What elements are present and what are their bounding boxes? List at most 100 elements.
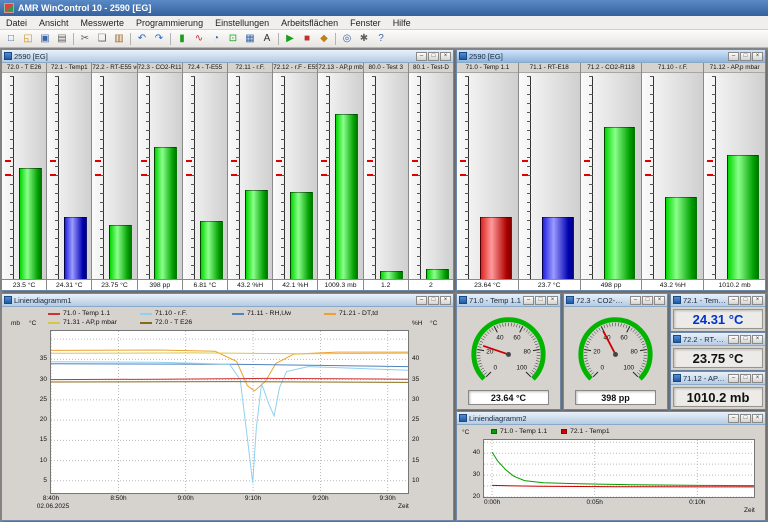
bar-plot bbox=[138, 73, 182, 279]
close-button[interactable]: × bbox=[752, 374, 763, 383]
text-window-icon[interactable]: A bbox=[259, 31, 275, 46]
maximize-button[interactable]: □ bbox=[740, 335, 751, 344]
bar-axis-ticks bbox=[100, 76, 104, 279]
maximize-button[interactable]: □ bbox=[428, 296, 439, 305]
close-button[interactable]: × bbox=[752, 335, 763, 344]
line-chart-icon[interactable]: ∿ bbox=[191, 31, 207, 46]
close-button[interactable]: × bbox=[752, 296, 763, 305]
help-icon[interactable]: ? bbox=[373, 31, 389, 46]
menu-hilfe[interactable]: Hilfe bbox=[387, 16, 417, 29]
close-button[interactable]: × bbox=[547, 296, 558, 305]
maximize-button[interactable]: □ bbox=[740, 52, 751, 61]
minimize-button[interactable]: – bbox=[523, 296, 534, 305]
bar-column[interactable]: 72.3 - CO2-R118398 pp bbox=[138, 63, 183, 290]
bar-column[interactable]: 71.12 - AP,p mbar1010.2 mb bbox=[704, 63, 765, 290]
new-file-icon[interactable]: □ bbox=[3, 31, 19, 46]
bar-column[interactable]: 72.13 - AP,p mbar1009.3 mb bbox=[318, 63, 363, 290]
paste-icon[interactable]: ▥ bbox=[111, 31, 127, 46]
close-button[interactable]: × bbox=[752, 414, 763, 423]
close-button[interactable]: × bbox=[752, 52, 763, 61]
menu-programmierung[interactable]: Programmierung bbox=[130, 16, 209, 29]
legend-swatch bbox=[561, 429, 567, 434]
gauge-tick-label: 0 bbox=[493, 365, 497, 372]
close-button[interactable]: × bbox=[654, 296, 665, 305]
print-icon[interactable]: ▤ bbox=[54, 31, 70, 46]
bar-column[interactable]: 72.2 - RT-E55 ver23.75 °C bbox=[92, 63, 137, 290]
window-titlebar[interactable]: 72.3 - CO2-R118 – □ × bbox=[564, 294, 667, 307]
window-titlebar[interactable]: Liniendiagramm2 – □ × bbox=[457, 412, 765, 425]
bar-column[interactable]: 80.0 - Test 31.2 bbox=[364, 63, 409, 290]
limit-mark bbox=[707, 160, 713, 162]
bar-column-label: 72.2 - RT-E55 ver bbox=[92, 63, 136, 73]
minimize-button[interactable]: – bbox=[630, 296, 641, 305]
table-icon[interactable]: ▦ bbox=[242, 31, 258, 46]
gauge-tick-label: 100 bbox=[623, 365, 634, 372]
window-titlebar[interactable]: 71.0 - Temp 1.1 – □ × bbox=[457, 294, 560, 307]
window-titlebar[interactable]: 2590 [EG] – □ × bbox=[457, 50, 765, 63]
menu-arbeitsflächen[interactable]: Arbeitsflächen bbox=[275, 16, 344, 29]
menu-ansicht[interactable]: Ansicht bbox=[33, 16, 75, 29]
limit-mark bbox=[231, 174, 237, 176]
minimize-button[interactable]: – bbox=[728, 414, 739, 423]
settings-icon[interactable]: ✱ bbox=[356, 31, 372, 46]
bar-column[interactable]: 72.1 - Temp124.31 °C bbox=[47, 63, 92, 290]
zoom-icon[interactable]: ◎ bbox=[339, 31, 355, 46]
maximize-button[interactable]: □ bbox=[642, 296, 653, 305]
bar-column[interactable]: 72.12 - r.F - E5542.1 %H bbox=[273, 63, 318, 290]
bar-column[interactable]: 71.1 - RT-E1823.7 °C bbox=[519, 63, 581, 290]
menu-messwerte[interactable]: Messwerte bbox=[75, 16, 131, 29]
close-button[interactable]: × bbox=[440, 296, 451, 305]
window-titlebar[interactable]: 71.12 - AP,p mbar – □ × bbox=[671, 372, 765, 385]
window-icon bbox=[459, 296, 467, 304]
bar-column-label: 80.0 - Test 3 bbox=[364, 63, 408, 73]
digital-display-icon[interactable]: ⊡ bbox=[225, 31, 241, 46]
x-axis-label: 0:10h bbox=[681, 500, 713, 507]
window-titlebar[interactable]: 72.1 - Temp1 – □ × bbox=[671, 294, 765, 307]
close-button[interactable]: × bbox=[440, 52, 451, 61]
cut-icon[interactable]: ✂ bbox=[77, 31, 93, 46]
window-titlebar[interactable]: 2590 [EG] – □ × bbox=[2, 50, 453, 63]
open-file-icon[interactable]: ◱ bbox=[20, 31, 36, 46]
y-axis-label: 30 bbox=[462, 472, 480, 479]
copy-icon[interactable]: ❏ bbox=[94, 31, 110, 46]
stop-measurement-icon[interactable]: ■ bbox=[299, 31, 315, 46]
bar-column[interactable]: 71.10 - r.F.43.2 %H bbox=[642, 63, 704, 290]
bar bbox=[64, 217, 87, 279]
bar-column[interactable]: 71.0 - Temp 1.123.64 °C bbox=[457, 63, 519, 290]
alarm-icon[interactable]: ◆ bbox=[316, 31, 332, 46]
menu-datei[interactable]: Datei bbox=[0, 16, 33, 29]
undo-icon[interactable]: ↶ bbox=[134, 31, 150, 46]
save-icon[interactable]: ▣ bbox=[37, 31, 53, 46]
minimize-button[interactable]: – bbox=[728, 335, 739, 344]
app-titlebar[interactable]: AMR WinControl 10 - 2590 [EG] bbox=[0, 0, 768, 16]
menu-fenster[interactable]: Fenster bbox=[344, 16, 387, 29]
window-titlebar[interactable]: Liniendiagramm1 – □ × bbox=[2, 294, 453, 307]
minimize-button[interactable]: – bbox=[728, 52, 739, 61]
bar-column[interactable]: 80.1 - Test-D2 bbox=[409, 63, 453, 290]
start-measurement-icon[interactable]: ▶ bbox=[282, 31, 298, 46]
window-titlebar[interactable]: 72.2 - RT-E55 – □ × bbox=[671, 333, 765, 346]
maximize-button[interactable]: □ bbox=[535, 296, 546, 305]
bar-column[interactable]: 72.0 - T E2623.5 °C bbox=[2, 63, 47, 290]
limit-mark bbox=[645, 160, 651, 162]
plot-svg bbox=[484, 440, 754, 497]
bar-chart-icon[interactable]: ▮ bbox=[174, 31, 190, 46]
series-line bbox=[492, 452, 754, 486]
menu-einstellungen[interactable]: Einstellungen bbox=[209, 16, 275, 29]
minimize-button[interactable]: – bbox=[416, 52, 427, 61]
bar-column[interactable]: 72.11 - r.F.43.2 %H bbox=[228, 63, 273, 290]
maximize-button[interactable]: □ bbox=[740, 374, 751, 383]
gauge-icon[interactable]: ◔ bbox=[208, 31, 224, 46]
bar-column[interactable]: 71.2 - CO2-R118498 pp bbox=[581, 63, 643, 290]
bar-column[interactable]: 72.4 - T-E556.81 °C bbox=[183, 63, 228, 290]
maximize-button[interactable]: □ bbox=[740, 414, 751, 423]
bar bbox=[109, 225, 132, 279]
minimize-button[interactable]: – bbox=[728, 374, 739, 383]
maximize-button[interactable]: □ bbox=[740, 296, 751, 305]
y-axis-label: 30 bbox=[29, 377, 47, 384]
redo-icon[interactable]: ↷ bbox=[151, 31, 167, 46]
minimize-button[interactable]: – bbox=[728, 296, 739, 305]
toolbar: □◱▣▤ ✂❏▥ ↶↷ ▮∿◔⊡▦A ▶■◆ ◎✱? bbox=[0, 30, 768, 48]
maximize-button[interactable]: □ bbox=[428, 52, 439, 61]
minimize-button[interactable]: – bbox=[416, 296, 427, 305]
